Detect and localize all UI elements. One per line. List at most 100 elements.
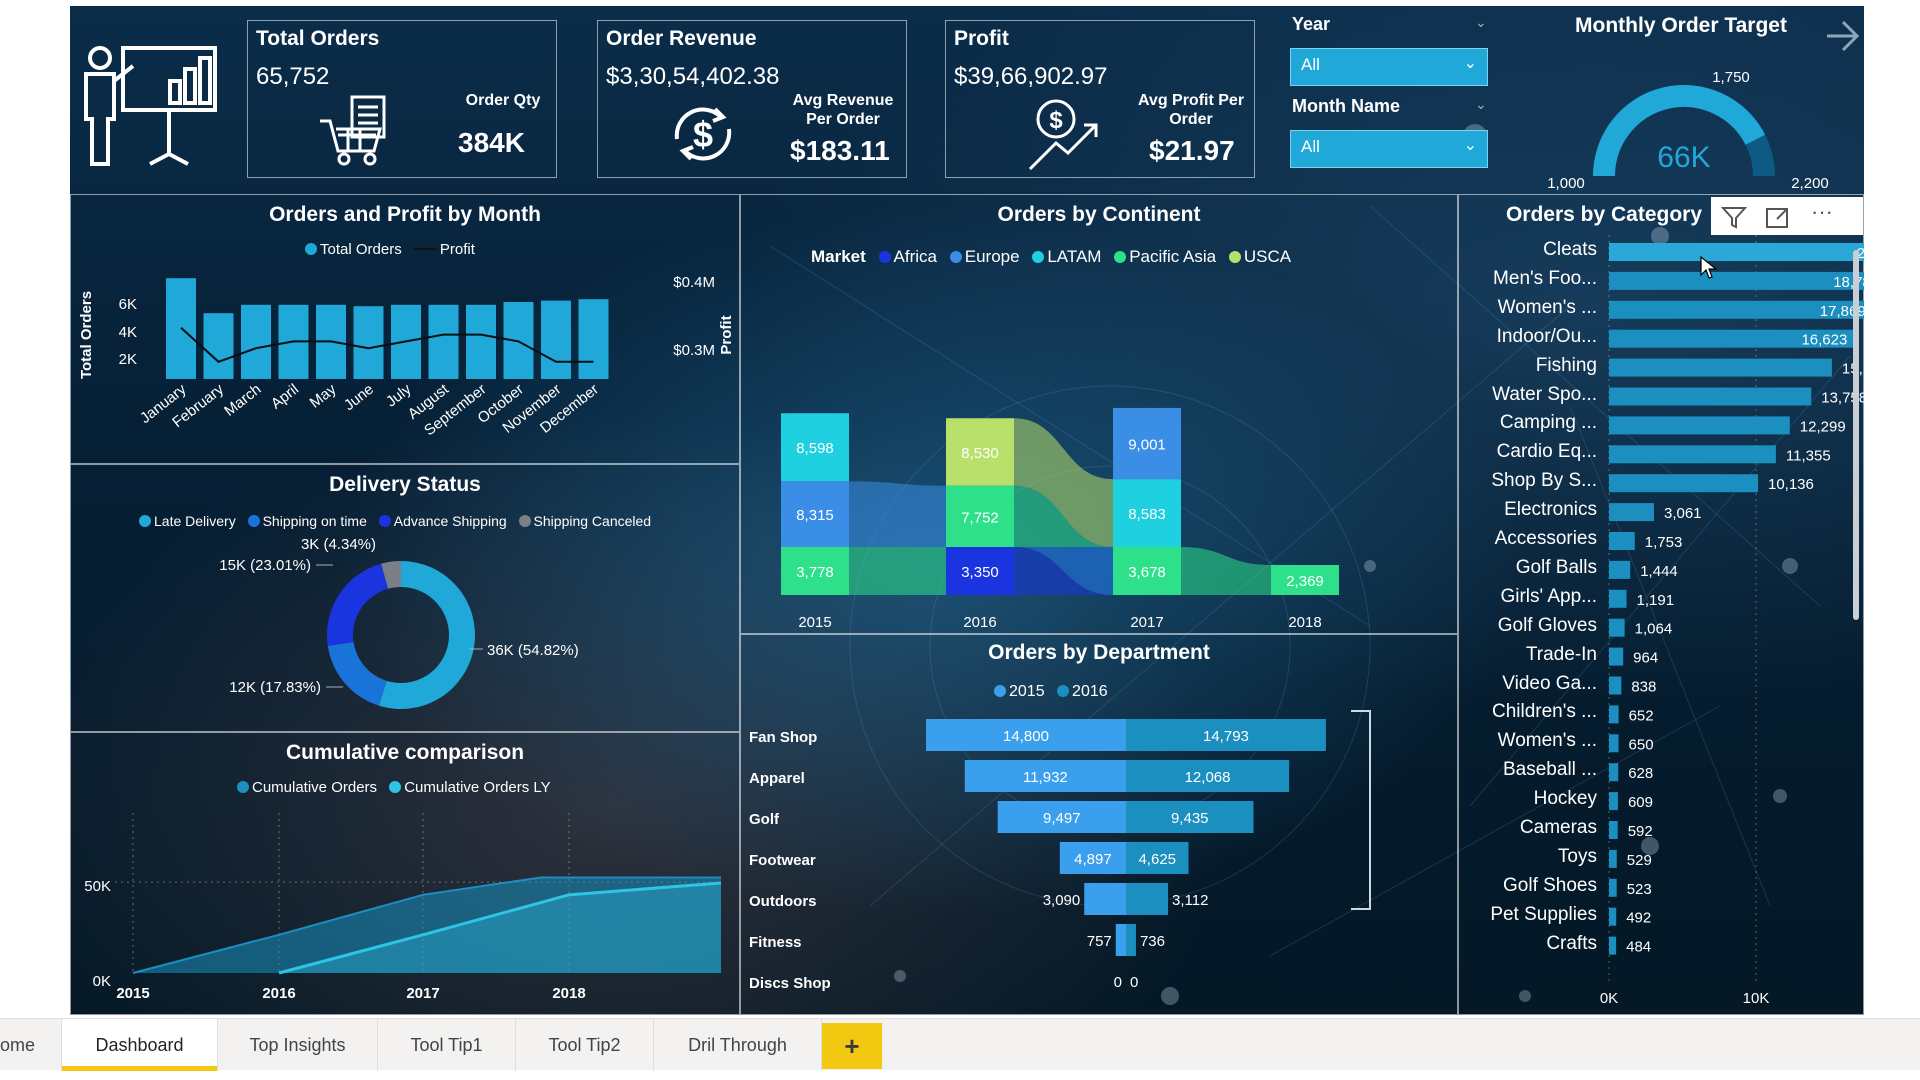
kpi-order-revenue[interactable]: Order Revenue $3,30,54,402.38 Avg Revenu… [597, 20, 907, 178]
continent-data-label: 3,778 [796, 564, 834, 581]
month-bar [241, 304, 271, 379]
kpi-sub-label: Order Qty [465, 92, 541, 109]
orders-profit-by-month-panel[interactable]: Orders and Profit by Month Total Orders … [70, 194, 740, 464]
x-tick-label: 2017 [406, 985, 439, 1002]
orders-by-department-panel[interactable]: Orders by Department 2015 2016 Fan Shop 1… [740, 634, 1458, 1015]
department-label: Fitness [749, 934, 802, 951]
category-data-label: 16,623 [1801, 332, 1847, 349]
scrollbar[interactable] [1351, 710, 1371, 910]
kpi-title: Profit [954, 27, 1009, 50]
department-label: Apparel [749, 770, 805, 787]
category-data-label: 529 [1627, 852, 1652, 869]
department-label: Outdoors [749, 893, 817, 910]
x-tick-label: 2015 [798, 614, 831, 631]
department-data-label: 0 [1130, 974, 1138, 991]
x-tick-label: 2016 [262, 985, 295, 1002]
department-data-label: 4,625 [1138, 851, 1176, 868]
category-bar [1609, 705, 1619, 724]
category-bar [1609, 445, 1776, 464]
cumulative-comparison-panel[interactable]: Cumulative comparison Cumulative Orders … [70, 732, 740, 1015]
department-data-label: 9,435 [1171, 810, 1209, 827]
continent-ribbon [849, 481, 946, 547]
department-data-label: 12,068 [1185, 769, 1231, 786]
tab-dashboard[interactable]: Dashboard [62, 1019, 218, 1071]
gauge-title: Monthly Order Target [1575, 14, 1787, 37]
tab-top-insights[interactable]: Top Insights [218, 1019, 378, 1071]
category-data-label: 1,191 [1637, 592, 1675, 609]
month-bar [466, 304, 496, 379]
month-slicer-dropdown[interactable]: All ⌄ [1290, 130, 1488, 168]
cumulative-area-chart: 50K 0K 2015 2016 2017 2018 [84, 813, 722, 1002]
category-bar [1609, 907, 1617, 926]
department-data-label: 0 [1114, 974, 1122, 991]
continent-data-label: 8,530 [961, 445, 999, 462]
category-data-label: 523 [1627, 881, 1652, 898]
kpi-profit[interactable]: Profit $39,66,902.97 Avg Profit Per Orde… [945, 20, 1255, 178]
arrow-right-icon[interactable] [1825, 16, 1861, 56]
department-bar-2015 [1084, 883, 1126, 915]
category-bar [1609, 532, 1635, 550]
orders-by-continent-panel[interactable]: Orders by Continent Market Africa Europe… [740, 194, 1458, 634]
x-tick-label: March [221, 381, 264, 420]
category-bar [1609, 647, 1624, 666]
kpi-total-orders[interactable]: Total Orders 65,752 Order Qty 384K [247, 20, 557, 178]
month-bar [578, 299, 609, 379]
y2-tick-label: $0.3M [673, 342, 715, 359]
category-data-label: 10,136 [1768, 476, 1814, 493]
department-label: Golf [749, 811, 780, 828]
category-bar [1609, 849, 1617, 868]
add-page-button[interactable]: + [822, 1023, 882, 1069]
y-axis-title: Total Orders [78, 291, 95, 379]
tab-tool-tip2[interactable]: Tool Tip2 [516, 1019, 654, 1071]
month-bar [353, 306, 384, 379]
tab-dril-through[interactable]: Dril Through [654, 1019, 822, 1071]
panel-title: Orders and Profit by Month [269, 203, 541, 226]
category-bar [1609, 358, 1832, 377]
department-data-label: 14,800 [1003, 728, 1049, 745]
x-tick-label: 10K [1743, 990, 1770, 1007]
month-bar [428, 304, 459, 379]
continent-data-label: 8,598 [796, 440, 834, 457]
department-label: Discs Shop [749, 975, 831, 992]
continent-ribbon [1181, 547, 1271, 595]
category-bar [1609, 618, 1625, 637]
dollar-cycle-icon: $ [674, 107, 732, 161]
year-slicer-dropdown[interactable]: All ⌄ [1290, 48, 1488, 86]
x-tick-label: 0K [1600, 990, 1618, 1007]
shopping-cart-icon [320, 95, 386, 166]
tab-home[interactable]: ome [0, 1019, 62, 1071]
tab-tool-tip1[interactable]: Tool Tip1 [378, 1019, 516, 1071]
kpi-value: $39,66,902.97 [954, 63, 1108, 90]
category-data-label: 652 [1629, 707, 1654, 724]
orders-by-category-panel[interactable]: Orders by Category ··· Cleats Men's Foo..… [1458, 194, 1864, 1015]
category-data-label: 492 [1626, 910, 1651, 927]
mouse-cursor-icon [1700, 255, 1718, 279]
category-bar-chart: 0K10K20K20,38618,78317,86916,62315,16413… [1600, 235, 1864, 1007]
orders-profit-month-chart: Total Orders Profit 6K 4K 2K $0.4M $0.3M… [78, 274, 735, 439]
y2-axis-title: Profit [718, 315, 735, 354]
category-data-label: 12,299 [1800, 418, 1846, 435]
department-data-label: 757 [1087, 933, 1112, 950]
scrollbar-thumb[interactable] [1853, 250, 1859, 620]
x-tick-label: 2018 [1288, 614, 1321, 631]
monthly-order-target-gauge[interactable]: Monthly Order Target 66K 1,750 1,000 2,2… [1506, 10, 1856, 190]
category-data-label: 11,355 [1786, 447, 1831, 464]
gauge-min-label: 1,000 [1547, 175, 1585, 190]
category-data-label: 1,444 [1640, 563, 1678, 580]
delivery-status-donut: 36K (54.82%) 12K (17.83%) 15K (23.01%) 3K (… [219, 536, 579, 709]
donut-slice [327, 642, 387, 706]
category-bar [1609, 271, 1864, 290]
department-bar-2016 [1126, 924, 1136, 956]
x-tick-label: 2018 [552, 985, 585, 1002]
chevron-down-icon: ⌄ [1475, 14, 1487, 30]
page-tabs-bar: ome Dashboard Top Insights Tool Tip1 Too… [0, 1018, 1920, 1071]
category-bar [1609, 734, 1619, 753]
presenter-icon [84, 46, 217, 166]
department-data-label: 3,090 [1043, 892, 1081, 909]
month-bar [203, 313, 234, 379]
y2-tick-label: $0.4M [673, 274, 715, 291]
department-data-label: 9,497 [1043, 810, 1081, 827]
delivery-status-panel[interactable]: Delivery Status Late Delivery Shipping o… [70, 464, 740, 732]
chevron-down-icon: ⌄ [1463, 55, 1477, 72]
department-label: Footwear [749, 852, 816, 869]
